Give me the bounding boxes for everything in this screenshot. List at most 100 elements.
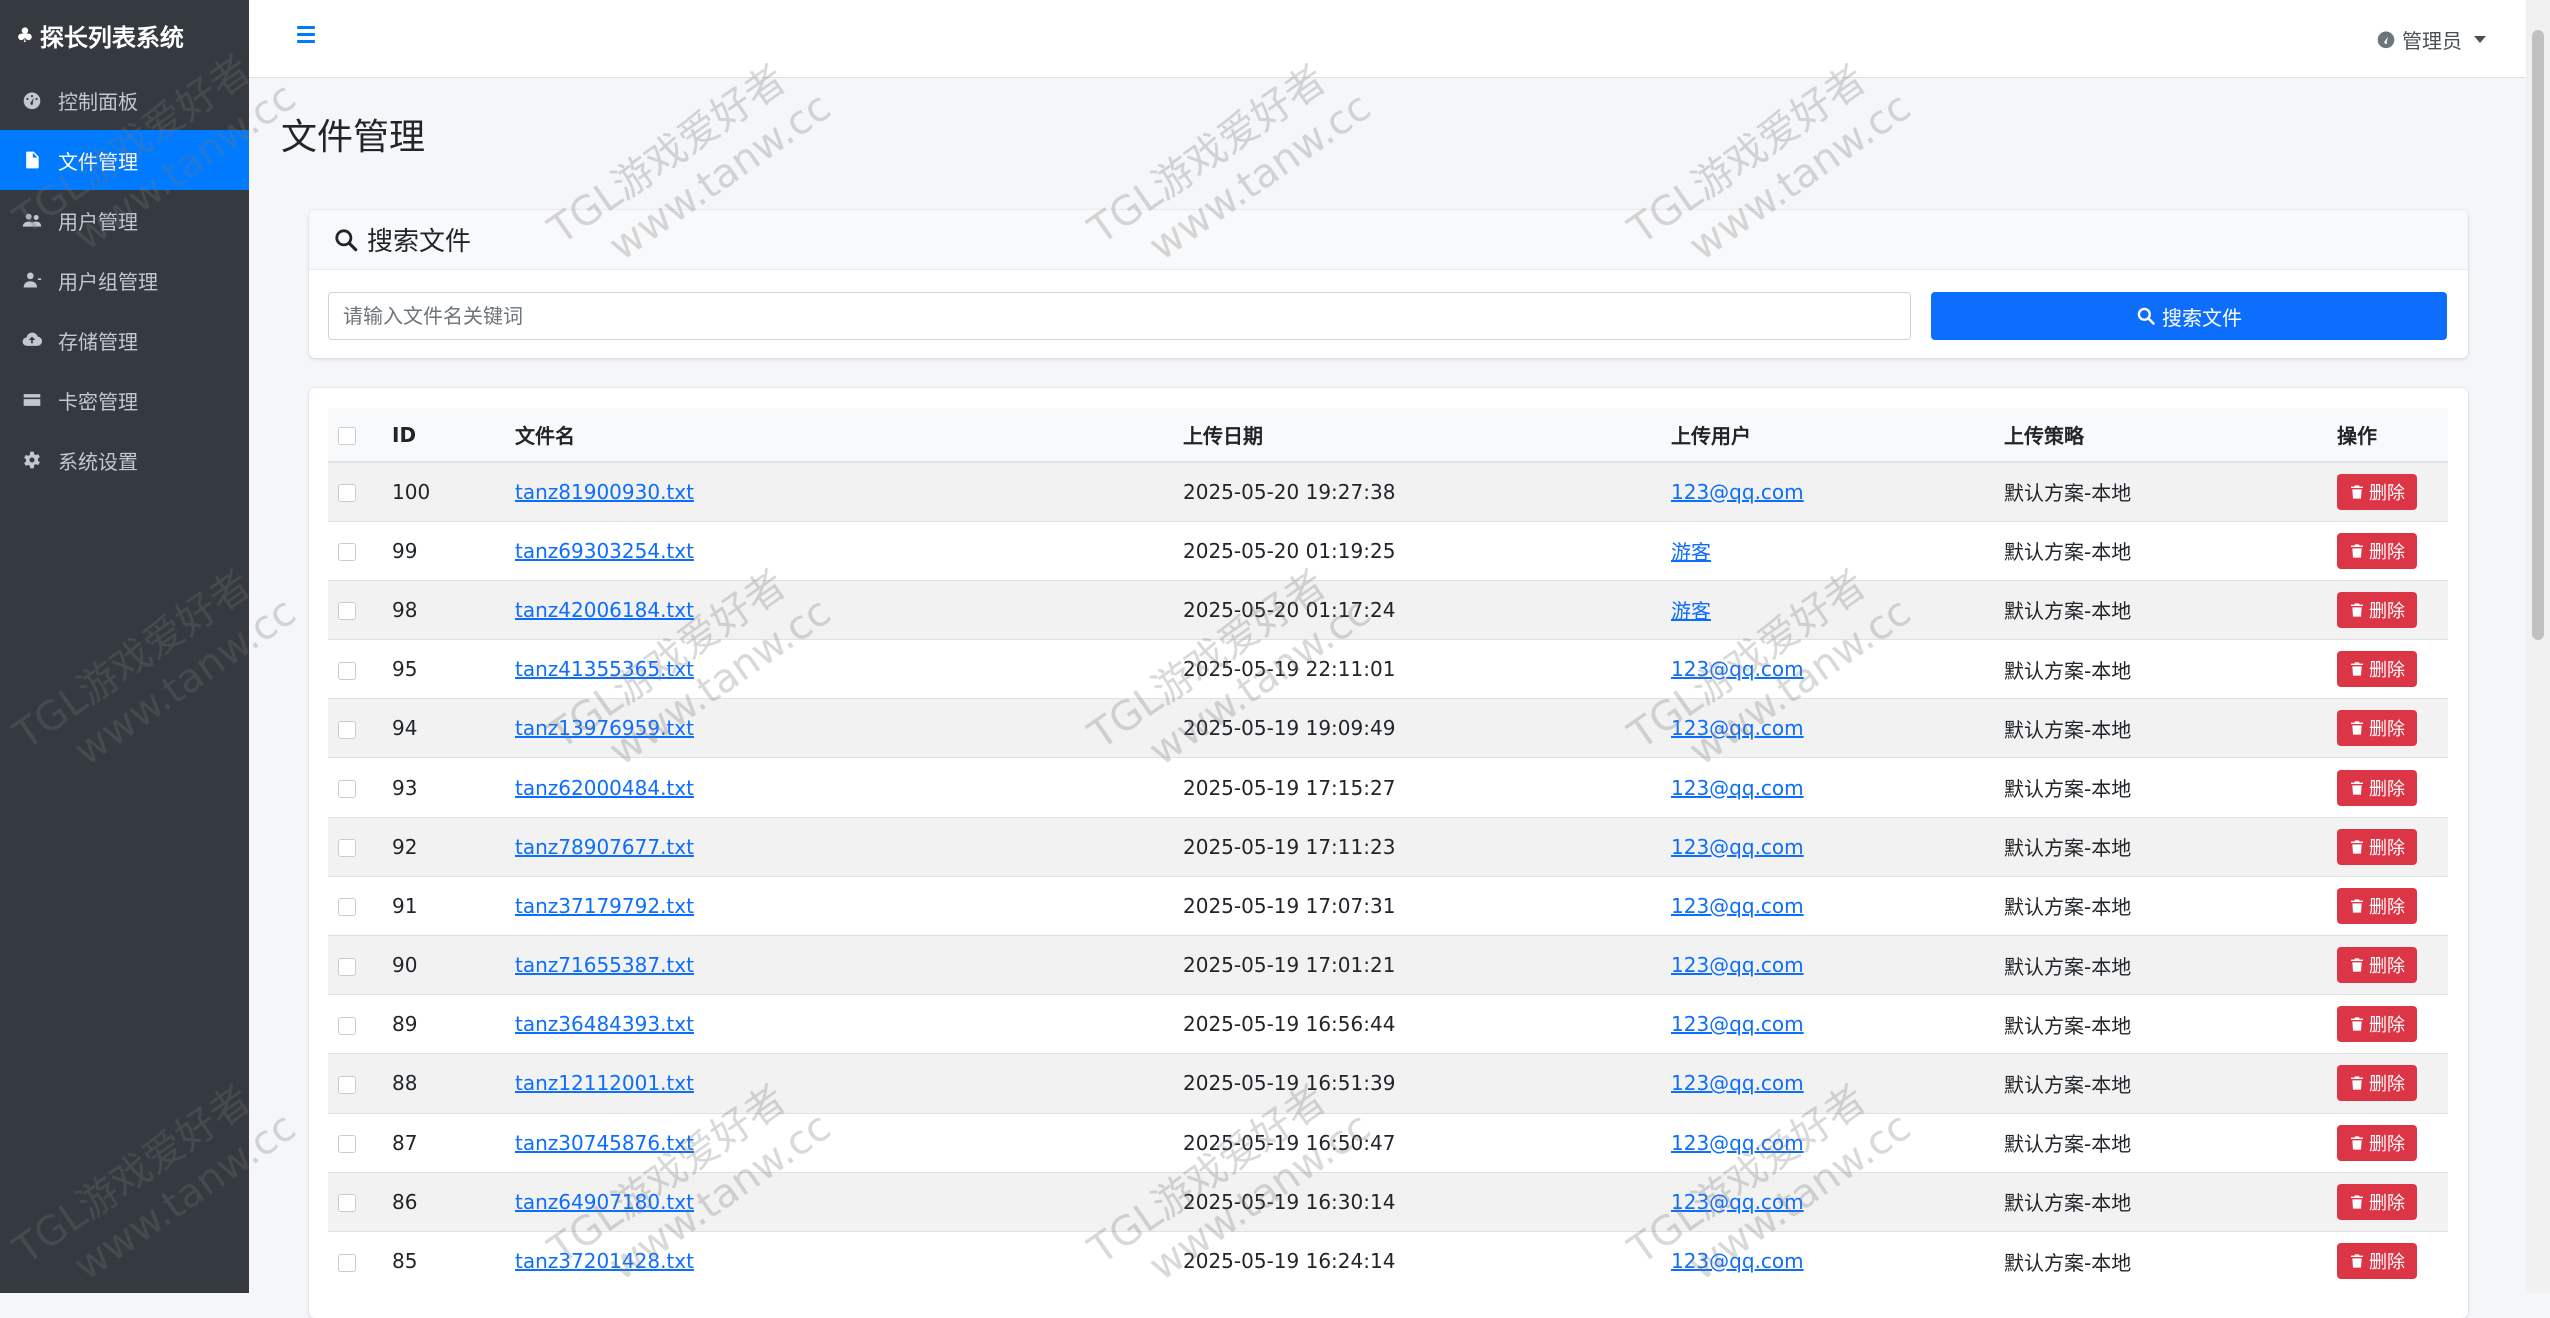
column-header-date[interactable]: 上传日期 [1177, 408, 1665, 463]
table-row: 88 tanz12112001.txt 2025-05-19 16:51:39 123… [328, 1053, 2448, 1114]
filename-link[interactable]: tanz36484393.txt [515, 1012, 694, 1036]
cell-filename: tanz13976959.txt [509, 698, 1177, 758]
filename-link[interactable]: tanz42006184.txt [515, 598, 694, 622]
user-link[interactable]: 123@qq.com [1671, 776, 1804, 800]
sidebar-item-cards[interactable]: 卡密管理 [0, 370, 249, 430]
sidebar-item-files[interactable]: 文件管理 [0, 130, 249, 190]
filename-link[interactable]: tanz37179792.txt [515, 894, 694, 918]
row-checkbox[interactable] [338, 780, 356, 799]
delete-button[interactable]: 删除 [2337, 828, 2417, 865]
row-checkbox-cell[interactable] [328, 1230, 386, 1291]
delete-button[interactable]: 删除 [2337, 1006, 2417, 1043]
delete-button[interactable]: 删除 [2337, 947, 2417, 984]
table-row: 95 tanz41355365.txt 2025-05-19 22:11:01 123… [328, 639, 2448, 699]
filename-link[interactable]: tanz12112001.txt [515, 1071, 694, 1095]
delete-button[interactable]: 删除 [2337, 769, 2417, 806]
row-checkbox[interactable] [338, 1135, 356, 1154]
user-link[interactable]: 123@qq.com [1671, 716, 1804, 740]
table-row: 90 tanz71655387.txt 2025-05-19 17:01:21 123… [328, 934, 2448, 995]
filename-link[interactable]: tanz41355365.txt [515, 657, 694, 681]
scrollbar-thumb[interactable] [2532, 30, 2544, 640]
row-checkbox-cell[interactable] [328, 461, 386, 522]
sidebar-item-storage[interactable]: 存储管理 [0, 310, 249, 370]
delete-button[interactable]: 删除 [2337, 1124, 2417, 1161]
column-header-id[interactable]: ID [386, 408, 509, 463]
select-all-checkbox[interactable] [338, 427, 356, 445]
row-checkbox[interactable] [338, 839, 356, 858]
row-checkbox[interactable] [338, 543, 356, 562]
row-checkbox-cell[interactable] [328, 1171, 386, 1232]
delete-button[interactable]: 删除 [2337, 710, 2417, 747]
cell-filename: tanz37179792.txt [509, 875, 1177, 936]
row-checkbox-cell[interactable] [328, 994, 386, 1054]
user-link[interactable]: 123@qq.com [1671, 894, 1804, 918]
sidebar-item-user-groups[interactable]: 用户组管理 [0, 250, 249, 310]
user-link[interactable]: 123@qq.com [1671, 835, 1804, 859]
filename-link[interactable]: tanz62000484.txt [515, 776, 694, 800]
sidebar-item-users[interactable]: 用户管理 [0, 190, 249, 250]
filename-link[interactable]: tanz64907180.txt [515, 1190, 694, 1214]
filename-link[interactable]: tanz81900930.txt [515, 480, 694, 504]
search-button[interactable]: 搜索文件 [1931, 292, 2447, 340]
delete-button[interactable]: 删除 [2337, 1065, 2417, 1102]
delete-button-label: 删除 [2369, 837, 2405, 858]
row-checkbox[interactable] [338, 1194, 356, 1213]
delete-button[interactable]: 删除 [2337, 532, 2417, 569]
sidebar-item-dashboard[interactable]: 控制面板 [0, 70, 249, 130]
row-checkbox[interactable] [338, 898, 356, 917]
filename-link[interactable]: tanz71655387.txt [515, 953, 694, 977]
row-checkbox-cell[interactable] [328, 698, 386, 758]
row-checkbox-cell[interactable] [328, 1112, 386, 1173]
filename-link[interactable]: tanz69303254.txt [515, 539, 694, 563]
cell-date: 2025-05-20 01:17:24 [1177, 579, 1665, 640]
filename-link[interactable]: tanz30745876.txt [515, 1131, 694, 1155]
user-link[interactable]: 123@qq.com [1671, 1131, 1804, 1155]
row-checkbox[interactable] [338, 1253, 356, 1272]
row-checkbox-cell[interactable] [328, 639, 386, 699]
user-link[interactable]: 123@qq.com [1671, 1012, 1804, 1036]
row-checkbox-cell[interactable] [328, 816, 386, 877]
delete-button[interactable]: 删除 [2337, 1183, 2417, 1220]
row-checkbox-cell[interactable] [328, 520, 386, 581]
row-checkbox[interactable] [338, 957, 356, 976]
sidebar-item-label: 卡密管理 [58, 389, 138, 414]
user-link[interactable]: 123@qq.com [1671, 953, 1804, 977]
select-all-checkbox-cell[interactable] [328, 408, 386, 463]
delete-button[interactable]: 删除 [2337, 591, 2417, 628]
column-header-filename[interactable]: 文件名 [509, 408, 1177, 463]
row-checkbox[interactable] [338, 484, 356, 503]
user-link[interactable]: 123@qq.com [1671, 657, 1804, 681]
user-link[interactable]: 游客 [1671, 540, 1711, 564]
user-link[interactable]: 123@qq.com [1671, 1190, 1804, 1214]
column-header-policy[interactable]: 上传策略 [1998, 408, 2331, 463]
brand[interactable]: ♣ 探长列表系统 [0, 0, 249, 70]
row-checkbox-cell[interactable] [328, 1053, 386, 1114]
row-checkbox-cell[interactable] [328, 934, 386, 995]
cell-policy: 默认方案-本地 [1998, 461, 2331, 522]
user-link[interactable]: 123@qq.com [1671, 480, 1804, 504]
hamburger-menu-icon[interactable] [297, 22, 321, 46]
row-checkbox[interactable] [338, 661, 356, 680]
filename-link[interactable]: tanz78907677.txt [515, 835, 694, 859]
delete-button[interactable]: 删除 [2337, 473, 2417, 510]
column-header-user[interactable]: 上传用户 [1665, 408, 1998, 463]
delete-button[interactable]: 删除 [2337, 1243, 2417, 1280]
row-checkbox-cell[interactable] [328, 757, 386, 818]
user-link[interactable]: 123@qq.com [1671, 1071, 1804, 1095]
row-checkbox-cell[interactable] [328, 579, 386, 640]
delete-button[interactable]: 删除 [2337, 887, 2417, 924]
user-link[interactable]: 123@qq.com [1671, 1249, 1804, 1273]
search-input[interactable] [328, 292, 1911, 340]
row-checkbox[interactable] [338, 1075, 356, 1094]
sidebar-item-settings[interactable]: 系统设置 [0, 430, 249, 490]
filename-link[interactable]: tanz37201428.txt [515, 1249, 694, 1273]
delete-button[interactable]: 删除 [2337, 651, 2417, 688]
row-checkbox[interactable] [338, 1016, 356, 1035]
user-link[interactable]: 游客 [1671, 599, 1711, 623]
row-checkbox-cell[interactable] [328, 875, 386, 936]
filename-link[interactable]: tanz13976959.txt [515, 716, 694, 740]
scrollbar[interactable] [2526, 0, 2550, 1293]
row-checkbox[interactable] [338, 602, 356, 621]
row-checkbox[interactable] [338, 720, 356, 739]
user-dropdown[interactable]: 管理员 [2376, 0, 2526, 78]
